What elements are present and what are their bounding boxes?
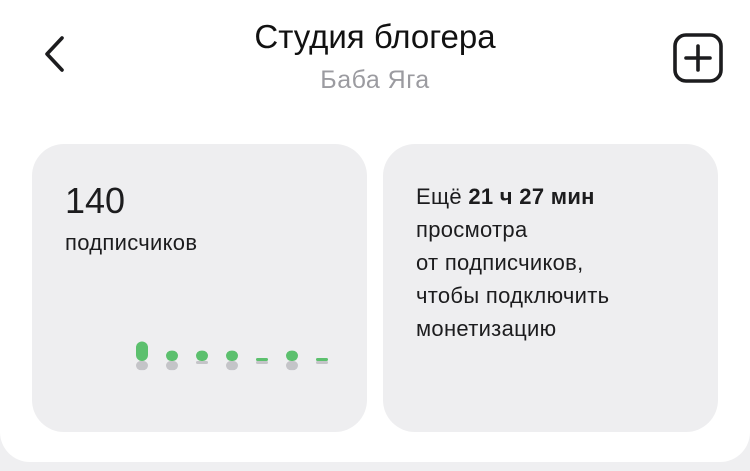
monetization-time-remaining: 21 ч 27 мин bbox=[468, 184, 595, 209]
monetization-prefix: Ещё bbox=[416, 184, 469, 209]
monetization-line-4: чтобы подключить bbox=[416, 283, 610, 308]
page-title: Студия блогера bbox=[254, 18, 496, 55]
channel-name: Баба Яга bbox=[320, 66, 430, 94]
monetization-line-1: Ещё 21 ч 27 мин bbox=[416, 180, 706, 213]
subscribers-trend-chart bbox=[136, 341, 328, 371]
monetization-line-5: монетизацию bbox=[416, 316, 557, 341]
trend-bar-up bbox=[256, 358, 268, 361]
monetization-card[interactable]: Ещё 21 ч 27 мин просмотра от подписчиков… bbox=[383, 144, 718, 432]
monetization-line-2: просмотра bbox=[416, 217, 528, 242]
plus-square-icon bbox=[673, 33, 723, 83]
subscribers-count: 140 bbox=[65, 180, 126, 221]
trend-bar-down bbox=[166, 361, 178, 371]
studio-sheet: Студия блогера Баба Яга 140 подписчиков … bbox=[0, 0, 750, 462]
subscribers-card[interactable]: 140 подписчиков bbox=[32, 144, 367, 432]
monetization-text: Ещё 21 ч 27 мин просмотра от подписчиков… bbox=[416, 180, 706, 345]
trend-bar-down bbox=[226, 361, 238, 371]
trend-bar-up bbox=[166, 350, 178, 361]
trend-bar-down bbox=[196, 361, 208, 364]
trend-bar-up bbox=[226, 350, 238, 361]
trend-bar-up bbox=[196, 350, 208, 361]
trend-bar-down bbox=[256, 361, 268, 364]
trend-bar-up bbox=[136, 341, 148, 361]
trend-bar-down bbox=[316, 361, 328, 364]
trend-bar-down bbox=[286, 361, 298, 371]
trend-bar-down bbox=[136, 361, 148, 371]
add-button[interactable] bbox=[670, 30, 726, 86]
header: Студия блогера Баба Яга bbox=[0, 0, 750, 120]
subscribers-label: подписчиков bbox=[65, 230, 198, 255]
monetization-line-3: от подписчиков, bbox=[416, 250, 584, 275]
trend-bar-up bbox=[316, 358, 328, 361]
trend-bar-up bbox=[286, 350, 298, 361]
